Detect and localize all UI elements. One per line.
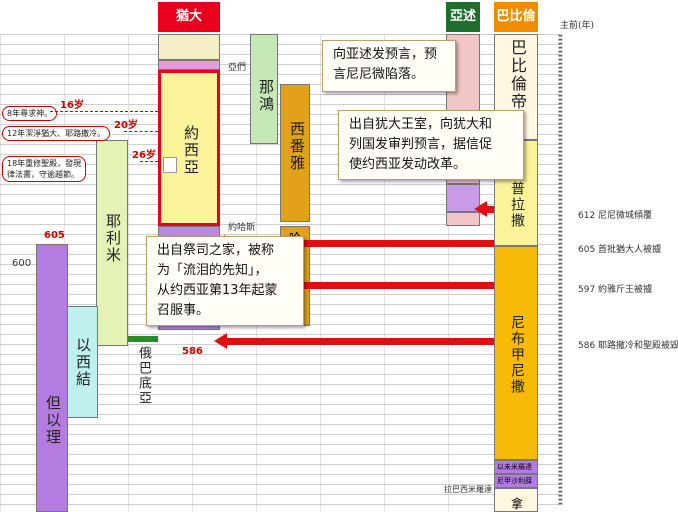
judah-top-bar <box>158 34 220 60</box>
callout-zeph-line2: 列国发审判预言，据信促 <box>349 137 493 152</box>
neriglissar-label: 尼甲沙利薛 <box>497 477 532 485</box>
jehoahaz-label: 約哈斯 <box>228 223 256 233</box>
josiah-bar: 約西亞 <box>158 70 220 226</box>
nebuchadnezzar-label: 尼布甲尼撒 <box>509 315 525 395</box>
daniel-bar: 但以理 <box>36 244 68 512</box>
amon-label: 亞們 <box>228 63 247 73</box>
callout-jeremiah: 出自祭司之家，被称 为「流泪的先知」， 从约西亚第13年起蒙 召服事。 <box>146 236 304 326</box>
note-year-18: 18年重修聖殿，發現 律法書，守逾越節。 <box>2 156 87 182</box>
babylon-empire-label: 巴比倫帝 <box>508 39 527 111</box>
josiah-marker <box>163 157 177 173</box>
zephaniah-bar: 西番雅 <box>280 84 310 222</box>
neriglissar-bar: 尼甲沙利薛 <box>494 474 538 488</box>
event-605: 605 首批猶大人被擄 <box>578 245 662 255</box>
arrow-586 <box>214 333 494 349</box>
josiah-label: 約西亞 <box>182 125 200 176</box>
callout-jer-line1: 出自祭司之家，被称 <box>157 243 275 258</box>
zephaniah-label: 西番雅 <box>288 121 306 172</box>
event-597: 597 約雅斤王被擄 <box>578 285 653 295</box>
babylon-header: 巴比倫 <box>494 2 538 32</box>
evil-merodach-label: 以未米羅達 <box>497 463 532 471</box>
obadiah-label: 俄巴底亞 <box>136 346 151 406</box>
note-year-18-line2: 律法書，守逾越節。 <box>7 170 79 179</box>
assyria-header: 亞述 <box>446 2 480 32</box>
year-586-label: 586 <box>182 346 203 357</box>
nabopolassar-label: 普拉撒 <box>509 181 525 229</box>
callout-nahum-line1: 向亚述发预言，预 <box>333 47 438 62</box>
callout-jer-line2: 为「流泪的先知」， <box>157 263 268 278</box>
year-axis-label: 主前(年) <box>560 21 595 31</box>
nabonidus-label: 拿 <box>511 497 524 511</box>
year-600-label: 600 <box>12 258 32 269</box>
dash-20 <box>124 131 158 132</box>
event-612: 612 尼尼微城傾覆 <box>578 211 653 221</box>
callout-nahum-line2: 言尼尼微陷落。 <box>333 67 425 82</box>
jeremiah-bar: 耶利米 <box>96 140 128 346</box>
obadiah-strip <box>128 336 158 342</box>
jeremiah-label: 耶利米 <box>104 213 122 264</box>
age-16: 16岁 <box>60 100 84 111</box>
ezekiel-bar: 以西結 <box>66 306 98 418</box>
callout-zeph-line1: 出自犹大王室，向犹大和 <box>349 117 493 132</box>
dash-16 <box>50 111 158 112</box>
arrow-612 <box>474 201 494 217</box>
event-586: 586 耶路撒冷和聖殿被毀 <box>578 341 678 351</box>
evil-merodach-bar: 以未米羅達 <box>494 460 538 474</box>
nahum-bar: 那鴻 <box>250 34 278 144</box>
callout-zeph-line3: 使约西亚发动改革。 <box>349 157 467 172</box>
callout-nahum: 向亚述发预言，预 言尼尼微陷落。 <box>322 40 456 92</box>
callout-jer-line4: 召服事。 <box>157 303 210 318</box>
ezekiel-label: 以西結 <box>74 337 92 388</box>
age-20: 20岁 <box>114 120 138 131</box>
nahum-label: 那鴻 <box>257 79 275 113</box>
judah-header: 猶大 <box>158 2 220 32</box>
callout-jer-line3: 从约西亚第13年起蒙 <box>157 283 278 298</box>
callout-zephaniah: 出自犹大王室，向犹大和 列国发审判预言，据信促 使约西亚发动改革。 <box>338 110 524 180</box>
nebuchadnezzar-bar: 尼布甲尼撒 <box>494 246 538 460</box>
amon-bar <box>158 60 220 70</box>
year-605-label: 605 <box>44 230 65 241</box>
note-year-18-line1: 18年重修聖殿，發現 <box>7 159 82 168</box>
age-26: 26岁 <box>132 150 156 161</box>
labashi-label: 拉巴西米羅達 <box>444 485 492 494</box>
dash-26 <box>140 161 158 162</box>
year-tick: ▬ <box>558 501 563 507</box>
note-year-8: 8年尋求神。 <box>2 106 58 121</box>
note-year-12: 12年潔淨猶大、耶路撒冷。 <box>2 126 111 141</box>
daniel-label: 但以理 <box>44 395 62 446</box>
nabonidus-bar: 拿 <box>494 488 538 512</box>
